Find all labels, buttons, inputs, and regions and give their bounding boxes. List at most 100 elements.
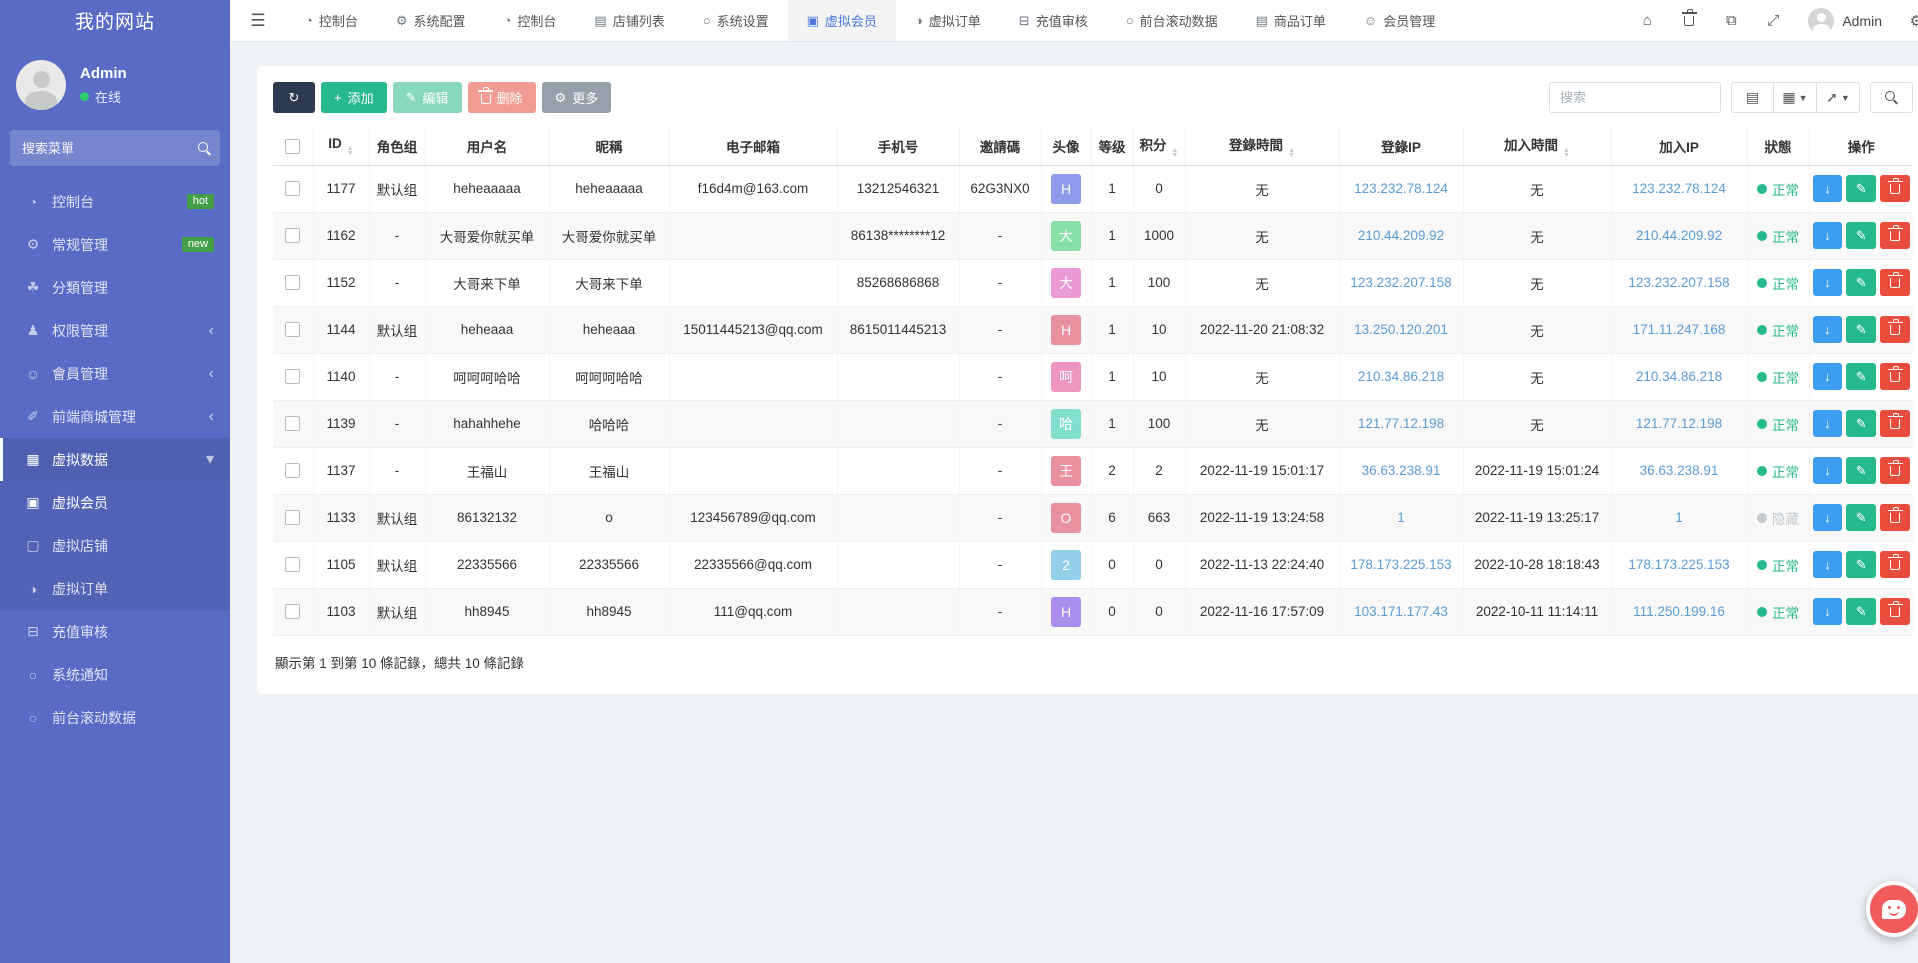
sort-icon[interactable]: ▲▼	[347, 146, 354, 156]
row-edit-button[interactable]: ✎	[1846, 269, 1876, 296]
row-delete-button[interactable]	[1880, 222, 1910, 249]
row-delete-button[interactable]	[1880, 504, 1910, 531]
tab-system-setting[interactable]: ○系统设置	[684, 0, 788, 41]
join-ip-link[interactable]: 123.232.207.158	[1628, 275, 1729, 290]
row-delete-button[interactable]	[1880, 410, 1910, 437]
sidebar-item-recharge-audit[interactable]: ⊟充值审核	[0, 610, 230, 653]
tab-member-manage[interactable]: ☺会员管理	[1345, 0, 1454, 41]
column-header-join_ip[interactable]: 加入IP	[1611, 127, 1747, 165]
table-search-input[interactable]	[1549, 82, 1721, 113]
login-ip-link[interactable]: 1	[1397, 510, 1405, 525]
join-ip-link[interactable]: 111.250.199.16	[1633, 604, 1725, 619]
sidebar-item-mall-manage[interactable]: ✐前端商城管理‹	[0, 395, 230, 438]
row-download-button[interactable]: ↓	[1813, 269, 1843, 296]
home-icon[interactable]: ⌂	[1626, 12, 1668, 29]
join-ip-link[interactable]: 210.44.209.92	[1636, 228, 1722, 243]
refresh-button[interactable]: ↻	[273, 82, 315, 113]
login-ip-link[interactable]: 103.171.177.43	[1354, 604, 1448, 619]
sidebar-item-virtual-shop[interactable]: ▢虚拟店铺	[0, 524, 230, 567]
detail-view-button[interactable]: ▤	[1731, 82, 1774, 113]
topbar-admin-label[interactable]: Admin	[1842, 13, 1882, 29]
trash-icon[interactable]	[1668, 12, 1710, 30]
column-header-status[interactable]: 狀態	[1747, 127, 1809, 165]
join-ip-link[interactable]: 1	[1675, 510, 1683, 525]
row-edit-button[interactable]: ✎	[1846, 222, 1876, 249]
join-ip-link[interactable]: 121.77.12.198	[1636, 416, 1722, 431]
column-header-points[interactable]: 积分▲▼	[1133, 127, 1185, 165]
search-icon[interactable]	[198, 142, 211, 155]
row-delete-button[interactable]	[1880, 598, 1910, 625]
sidebar-item-virtual-data[interactable]: ▦虚拟数据▾	[0, 438, 230, 481]
row-edit-button[interactable]: ✎	[1846, 363, 1876, 390]
fullscreen-icon[interactable]: ⤢	[1752, 12, 1794, 29]
row-edit-button[interactable]: ✎	[1846, 457, 1876, 484]
row-download-button[interactable]: ↓	[1813, 175, 1843, 202]
sidebar-item-virtual-order[interactable]: ◑虚拟订单	[0, 567, 230, 610]
menu-search-input[interactable]	[22, 141, 198, 156]
tab-console-2[interactable]: ◔控制台	[485, 0, 576, 41]
column-header-role[interactable]: 角色组	[369, 127, 425, 165]
column-header-join_time[interactable]: 加入時間▲▼	[1463, 127, 1611, 165]
row-checkbox[interactable]	[285, 510, 300, 525]
column-header-email[interactable]: 电子邮箱	[669, 127, 837, 165]
row-edit-button[interactable]: ✎	[1846, 551, 1876, 578]
row-edit-button[interactable]: ✎	[1846, 598, 1876, 625]
tab-recharge-audit[interactable]: ⊟充值审核	[1000, 0, 1107, 41]
chat-fab-button[interactable]	[1866, 881, 1918, 937]
row-checkbox[interactable]	[285, 181, 300, 196]
export-button[interactable]: ➚▼	[1817, 82, 1860, 113]
login-ip-link[interactable]: 178.173.225.153	[1350, 557, 1451, 572]
tab-shop-list[interactable]: ▤店铺列表	[575, 0, 683, 41]
column-header-phone[interactable]: 手机号	[837, 127, 959, 165]
join-ip-link[interactable]: 210.34.86.218	[1636, 369, 1722, 384]
row-edit-button[interactable]: ✎	[1846, 410, 1876, 437]
topbar-avatar[interactable]	[1808, 8, 1834, 34]
join-ip-link[interactable]: 178.173.225.153	[1628, 557, 1729, 572]
sidebar-item-virtual-member[interactable]: ▣虚拟会员	[0, 481, 230, 524]
login-ip-link[interactable]: 36.63.238.91	[1362, 463, 1441, 478]
row-delete-button[interactable]	[1880, 457, 1910, 484]
row-checkbox[interactable]	[285, 604, 300, 619]
tab-virtual-order[interactable]: ◑虚拟订单	[896, 0, 1000, 41]
tab-goods-order[interactable]: ▤商品订单	[1237, 0, 1345, 41]
sidebar-item-general-manage[interactable]: ⚙常规管理new	[0, 223, 230, 266]
column-header-nickname[interactable]: 昵稱	[549, 127, 669, 165]
tab-virtual-member[interactable]: ▣虚拟会员	[788, 0, 896, 41]
join-ip-link[interactable]: 123.232.78.124	[1632, 181, 1726, 196]
row-download-button[interactable]: ↓	[1813, 551, 1843, 578]
row-download-button[interactable]: ↓	[1813, 457, 1843, 484]
tab-front-scroll-data[interactable]: ○前台滚动数据	[1107, 0, 1237, 41]
row-delete-button[interactable]	[1880, 269, 1910, 296]
row-edit-button[interactable]: ✎	[1846, 175, 1876, 202]
search-submit-button[interactable]	[1870, 82, 1913, 113]
column-header-login_time[interactable]: 登錄時間▲▼	[1185, 127, 1339, 165]
column-header-username[interactable]: 用户名	[425, 127, 549, 165]
more-button[interactable]: ⚙更多	[542, 82, 612, 113]
row-checkbox[interactable]	[285, 228, 300, 243]
row-download-button[interactable]: ↓	[1813, 598, 1843, 625]
row-checkbox[interactable]	[285, 416, 300, 431]
row-checkbox[interactable]	[285, 275, 300, 290]
login-ip-link[interactable]: 123.232.78.124	[1354, 181, 1448, 196]
settings-gear-icon[interactable]: ⚙+	[1898, 12, 1918, 30]
delete-button[interactable]: 删除	[468, 82, 536, 113]
row-checkbox[interactable]	[285, 369, 300, 384]
login-ip-link[interactable]: 121.77.12.198	[1358, 416, 1444, 431]
sidebar-item-system-notice[interactable]: ○系统通知	[0, 653, 230, 696]
row-delete-button[interactable]	[1880, 363, 1910, 390]
row-download-button[interactable]: ↓	[1813, 222, 1843, 249]
add-button[interactable]: +添加	[321, 82, 387, 113]
menu-toggle-icon[interactable]: ☰	[230, 0, 286, 41]
column-header-id[interactable]: ID▲▼	[313, 127, 369, 165]
row-edit-button[interactable]: ✎	[1846, 316, 1876, 343]
tab-console-1[interactable]: ◔控制台	[286, 0, 377, 41]
document-icon[interactable]: ⧉	[1710, 12, 1752, 29]
sort-icon[interactable]: ▲▼	[1288, 148, 1295, 158]
login-ip-link[interactable]: 210.34.86.218	[1358, 369, 1444, 384]
toggle-columns-button[interactable]: ▦▼	[1774, 82, 1817, 113]
sort-icon[interactable]: ▲▼	[1563, 148, 1570, 158]
join-ip-link[interactable]: 36.63.238.91	[1640, 463, 1719, 478]
column-header-level[interactable]: 等级	[1091, 127, 1133, 165]
row-download-button[interactable]: ↓	[1813, 410, 1843, 437]
row-delete-button[interactable]	[1880, 316, 1910, 343]
